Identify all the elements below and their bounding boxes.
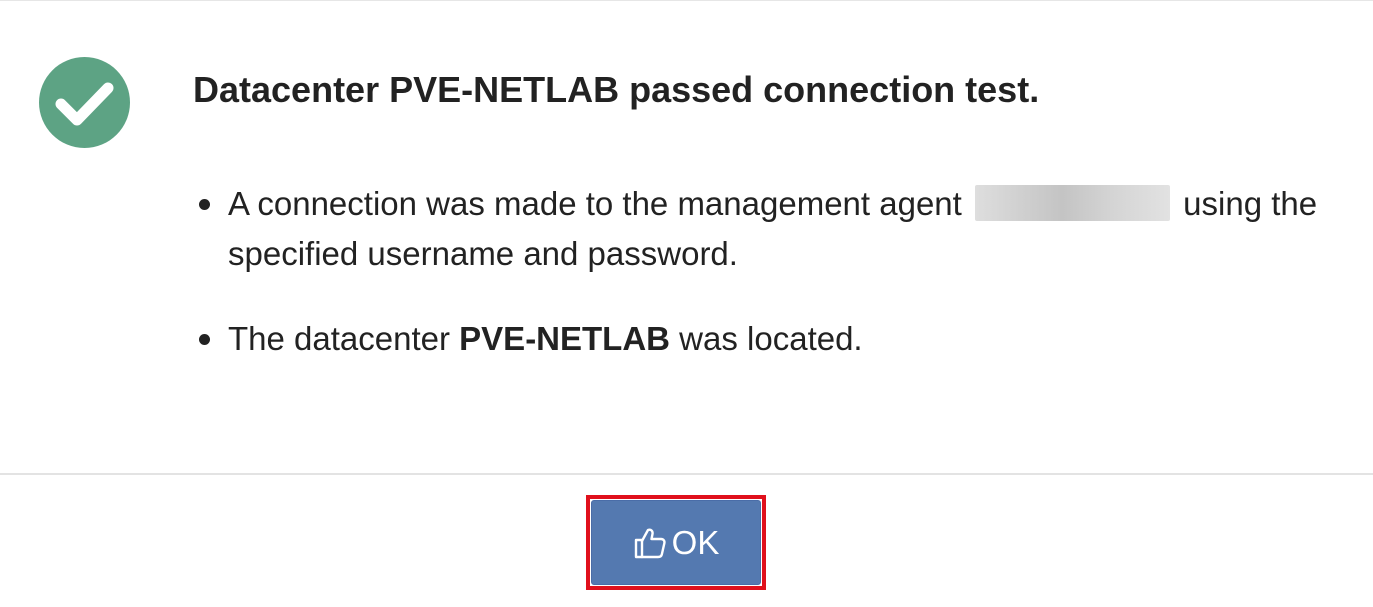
ok-button-label: OK [671,524,720,561]
list-item: The datacenter PVE-NETLAB was located. [193,314,1323,364]
redacted-agent-address [975,185,1170,221]
detail-connection-text: A connection was made to the management … [228,185,962,222]
detail-datacenter-suffix: was located. [679,320,863,357]
detail-datacenter-text: The datacenter [228,320,450,357]
thumbs-up-icon [633,526,667,560]
datacenter-name: PVE-NETLAB [459,320,670,357]
dialog-title: Datacenter PVE-NETLAB passed connection … [193,69,1040,110]
list-item: A connection was made to the management … [193,179,1323,279]
details-list: A connection was made to the management … [193,179,1323,364]
dialog-body: Datacenter PVE-NETLAB passed connection … [0,1,1373,473]
connection-test-dialog: Datacenter PVE-NETLAB passed connection … [0,0,1373,607]
ok-button[interactable]: OK [591,500,761,585]
check-circle-icon [39,57,130,148]
dialog-footer: OK [0,475,1373,607]
